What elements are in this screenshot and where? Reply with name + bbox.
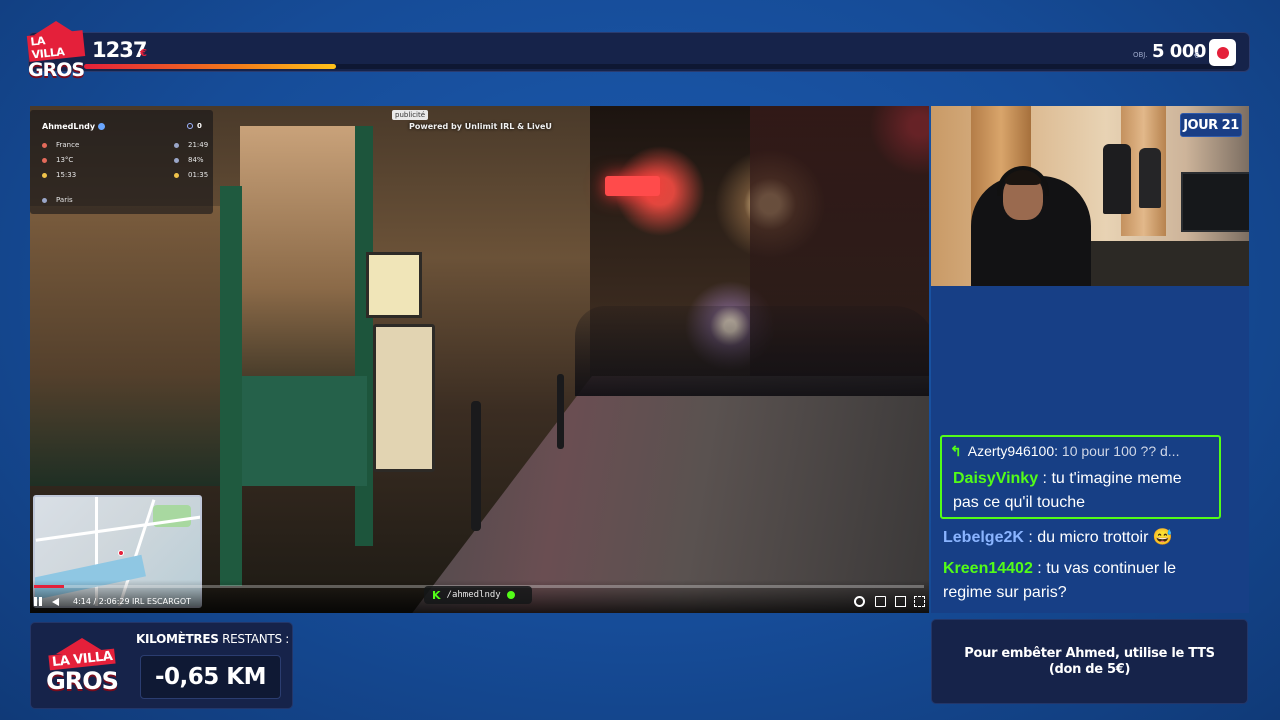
info-city: Paris bbox=[42, 196, 73, 204]
chat-message-text: tu vas continuer le bbox=[1046, 560, 1177, 577]
logo-text-line1: LA VILLA bbox=[26, 30, 86, 62]
verified-icon bbox=[506, 591, 515, 599]
pause-icon[interactable] bbox=[34, 597, 42, 606]
video-scene-crowd bbox=[575, 306, 929, 396]
video-scene-window bbox=[240, 126, 355, 396]
tts-panel: Pour embêter Ahmed, utilise le TTS (don … bbox=[931, 619, 1248, 704]
chat-message-text: tu t'imagine meme bbox=[1051, 470, 1182, 487]
webcam-scene-monitor bbox=[1181, 172, 1249, 232]
webcam-scene-chair bbox=[1139, 148, 1161, 208]
ad-tag: publicité bbox=[392, 110, 429, 120]
info-country-text: France bbox=[56, 141, 80, 149]
info-temperature-text: 13°C bbox=[56, 156, 74, 164]
thermometer-icon bbox=[42, 157, 47, 163]
info-clock-left: 15:33 bbox=[42, 171, 76, 179]
miniplayer-icon[interactable] bbox=[895, 596, 906, 607]
streamer-name: AhmedLndy bbox=[42, 122, 106, 131]
webcam-scene-chair bbox=[1103, 144, 1131, 214]
villa-logo-top: LA VILLA GROS bbox=[26, 21, 86, 81]
chat-username[interactable]: Kreen14402 bbox=[943, 560, 1033, 577]
video-scene-bollard bbox=[557, 374, 564, 449]
video-scene-bollard bbox=[471, 401, 481, 531]
powered-by-text: Powered by Unlimit IRL & LiveU bbox=[409, 122, 552, 131]
video-scene-menu-board bbox=[373, 324, 435, 472]
channel-handle-text: /ahmedlndy bbox=[446, 590, 501, 600]
hourglass-icon bbox=[174, 172, 179, 178]
video-scene-window bbox=[30, 206, 220, 486]
info-clock-right-text: 01:35 bbox=[188, 171, 209, 179]
viewer-count-text: 0 bbox=[197, 122, 202, 130]
chat-message-text: du micro trottoir 😅 bbox=[1037, 529, 1173, 546]
km-title-rest: RESTANTS : bbox=[218, 632, 290, 646]
kick-logo-icon: K bbox=[432, 588, 441, 602]
km-title-bold: KILOMÈTRES bbox=[136, 632, 219, 646]
video-scene-sign bbox=[366, 252, 422, 318]
verified-icon bbox=[98, 123, 106, 130]
volume-icon[interactable] bbox=[52, 598, 59, 606]
km-title: KILOMÈTRES RESTANTS : bbox=[136, 632, 289, 646]
chat-message-cont: pas ce qu'il touche bbox=[953, 494, 1086, 511]
video-scene-frame bbox=[220, 186, 242, 586]
chat-username[interactable]: DaisyVinky bbox=[953, 470, 1038, 487]
location-pin-icon bbox=[42, 142, 47, 148]
clock-icon bbox=[174, 142, 179, 148]
chat-message-cont: regime sur paris? bbox=[943, 584, 1067, 601]
info-country: France bbox=[42, 141, 79, 149]
hourglass-icon bbox=[42, 172, 47, 178]
donation-count-unit: € bbox=[140, 48, 147, 59]
logo-text-line2: GROS bbox=[46, 666, 119, 695]
chat-message: Lebelge2K : du micro trottoir 😅 bbox=[943, 529, 1173, 546]
map-road bbox=[35, 515, 200, 542]
donation-progress-track bbox=[84, 64, 1234, 69]
time-position: 4:14 / 2:06:29 bbox=[73, 597, 130, 606]
reply-preview: ↰ Azerty946100: 10 pour 100 ?? d... bbox=[950, 443, 1218, 460]
video-scene-panel bbox=[242, 376, 367, 486]
day-badge: JOUR 21 bbox=[1180, 113, 1242, 137]
donation-progress-fill bbox=[84, 64, 336, 69]
km-value: -0,65 KM bbox=[140, 655, 281, 699]
location-pin-icon bbox=[118, 550, 124, 556]
villa-logo-bottom: LA VILLA GROS bbox=[46, 630, 119, 702]
chat-username[interactable]: Lebelge2K bbox=[943, 529, 1024, 546]
info-clock-left-text: 15:33 bbox=[56, 171, 77, 179]
info-time: 21:49 bbox=[174, 141, 208, 149]
gear-icon[interactable] bbox=[854, 596, 865, 607]
stream-title: IRL ESCARGOT bbox=[132, 597, 192, 606]
info-clock-right: 01:35 bbox=[174, 171, 208, 179]
cast-icon[interactable] bbox=[875, 596, 886, 607]
tts-line1: Pour embêter Ahmed, utilise le TTS bbox=[964, 645, 1215, 661]
streamer-name-text: AhmedLndy bbox=[42, 122, 96, 131]
fullscreen-icon[interactable] bbox=[914, 596, 925, 607]
channel-handle[interactable]: K /ahmedlndy bbox=[424, 586, 532, 604]
info-city-text: Paris bbox=[56, 196, 73, 204]
chat-message: Kreen14402 : tu vas continuer le bbox=[943, 560, 1177, 577]
objective-unit: € bbox=[1194, 51, 1200, 60]
viewer-count: 0 bbox=[187, 122, 202, 130]
seek-bar-fill bbox=[34, 585, 65, 588]
objective-label: OBJ. bbox=[1133, 51, 1148, 59]
info-battery-text: 84% bbox=[188, 156, 204, 164]
video-scene-neon-sign bbox=[605, 176, 660, 196]
sponsor-badge-icon bbox=[1209, 39, 1236, 66]
tts-line2: (don de 5€) bbox=[1048, 661, 1131, 677]
logo-text-line2: GROS bbox=[27, 59, 85, 81]
viewers-icon bbox=[187, 123, 193, 129]
info-time-text: 21:49 bbox=[188, 141, 209, 149]
reply-username: Azerty946100: bbox=[967, 443, 1059, 459]
reply-text: 10 pour 100 ?? d... bbox=[1061, 443, 1180, 459]
info-temperature: 13°C bbox=[42, 156, 73, 164]
battery-icon bbox=[174, 157, 179, 163]
info-battery: 84% bbox=[174, 156, 204, 164]
donation-count: 1237 bbox=[92, 38, 147, 62]
chat-message: DaisyVinky : tu t'imagine meme bbox=[953, 470, 1182, 487]
reply-arrow-icon: ↰ bbox=[950, 443, 962, 459]
globe-icon bbox=[42, 197, 47, 203]
